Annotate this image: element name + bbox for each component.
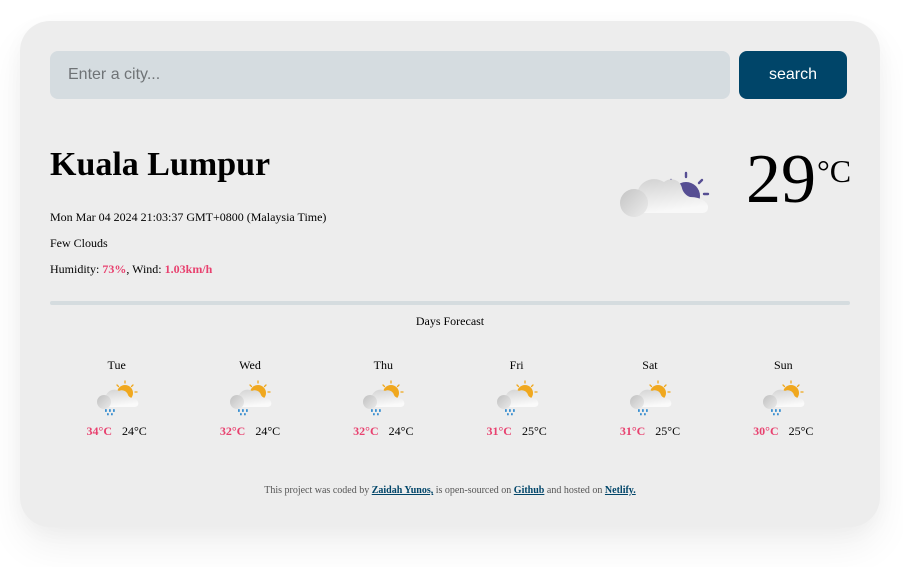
github-link[interactable]: Github (514, 485, 545, 496)
forecast-temps: 31°C 25°C (450, 424, 583, 439)
divider (50, 301, 850, 305)
wind-label: , Wind: (126, 262, 165, 276)
footer-text: is open-sourced on (433, 485, 514, 496)
forecast-temps: 31°C 25°C (583, 424, 716, 439)
search-form: search (50, 51, 847, 99)
forecast-max-temp: 34°C (86, 424, 112, 438)
forecast-day: Sun 30°C 25°C (717, 357, 850, 447)
forecast-max-temp: 32°C (353, 424, 379, 438)
search-button[interactable]: search (739, 51, 847, 99)
current-temperature: 29 (746, 141, 816, 218)
forecast-day-name: Wed (239, 358, 261, 372)
forecast-day: Thu 32°C 24°C (317, 357, 450, 447)
forecast-day-name: Thu (373, 358, 393, 372)
footer-text: This project was coded by (264, 485, 372, 496)
forecast-max-temp: 30°C (753, 424, 779, 438)
humidity-value: 73% (102, 262, 127, 276)
forecast-max-temp: 31°C (619, 424, 646, 438)
forecast-day-name: Tue (107, 358, 126, 372)
forecast-day: Tue 34°C 24°C (50, 357, 183, 447)
forecast-day: Fri 31°C 25°C (450, 357, 583, 447)
forecast-min-temp: 24°C (121, 424, 147, 438)
footer-text: and hosted on (544, 485, 605, 496)
footer: This project was coded by Zaidah Yunos, … (20, 485, 880, 496)
current-date: Mon Mar 04 2024 21:03:37 GMT+0800 (Malay… (50, 210, 327, 224)
forecast-title: Days Forecast (415, 314, 485, 328)
forecast-min-temp: 25°C (788, 424, 814, 438)
forecast-min-temp: 24°C (388, 424, 414, 438)
forecast-day-name: Sun (773, 358, 793, 372)
forecast-min-temp: 24°C (255, 424, 281, 438)
forecast-list: Tue 34°C 24°C Wed 32°C 24°C Thu 32°C 24°C F… (50, 357, 850, 447)
forecast-temps: 32°C 24°C (183, 424, 316, 439)
forecast-max-temp: 31°C (486, 424, 512, 438)
wind-value: 1.03km/h (164, 262, 213, 276)
few-clouds-night-icon (620, 171, 710, 217)
forecast-temps: 34°C 24°C (50, 424, 183, 439)
humidity-wind-line: Humidity: 73%, Wind: 1.03km/h (50, 262, 212, 276)
rain-sun-icon (96, 380, 139, 417)
forecast-day: Wed 32°C 24°C (183, 357, 316, 447)
forecast-min-temp: 25°C (655, 424, 681, 438)
forecast-min-temp: 25°C (521, 424, 547, 438)
forecast-day-name: Sat (642, 358, 658, 372)
humidity-label: Humidity: (50, 262, 103, 276)
city-name: Kuala Lumpur (50, 146, 271, 183)
author-link[interactable]: Zaidah Yunos, (372, 485, 434, 496)
forecast-day-name: Fri (509, 358, 524, 372)
forecast-day: Sat 31°C 25°C (583, 357, 716, 447)
forecast-max-temp: 32°C (219, 424, 246, 438)
rain-sun-icon (229, 380, 272, 417)
temperature-unit: °C (817, 153, 852, 189)
rain-sun-icon (362, 380, 406, 417)
rain-sun-icon (495, 380, 539, 417)
weather-card: search Kuala Lumpur Mon Mar 04 2024 21:0… (20, 21, 880, 527)
rain-sun-icon (629, 380, 672, 417)
forecast-temps: 32°C 24°C (317, 424, 450, 439)
netlify-link[interactable]: Netlify. (605, 485, 636, 496)
weather-description: Few Clouds (50, 236, 108, 250)
rain-sun-icon (762, 380, 806, 417)
city-search-input[interactable] (50, 51, 730, 99)
forecast-temps: 30°C 25°C (717, 424, 850, 439)
